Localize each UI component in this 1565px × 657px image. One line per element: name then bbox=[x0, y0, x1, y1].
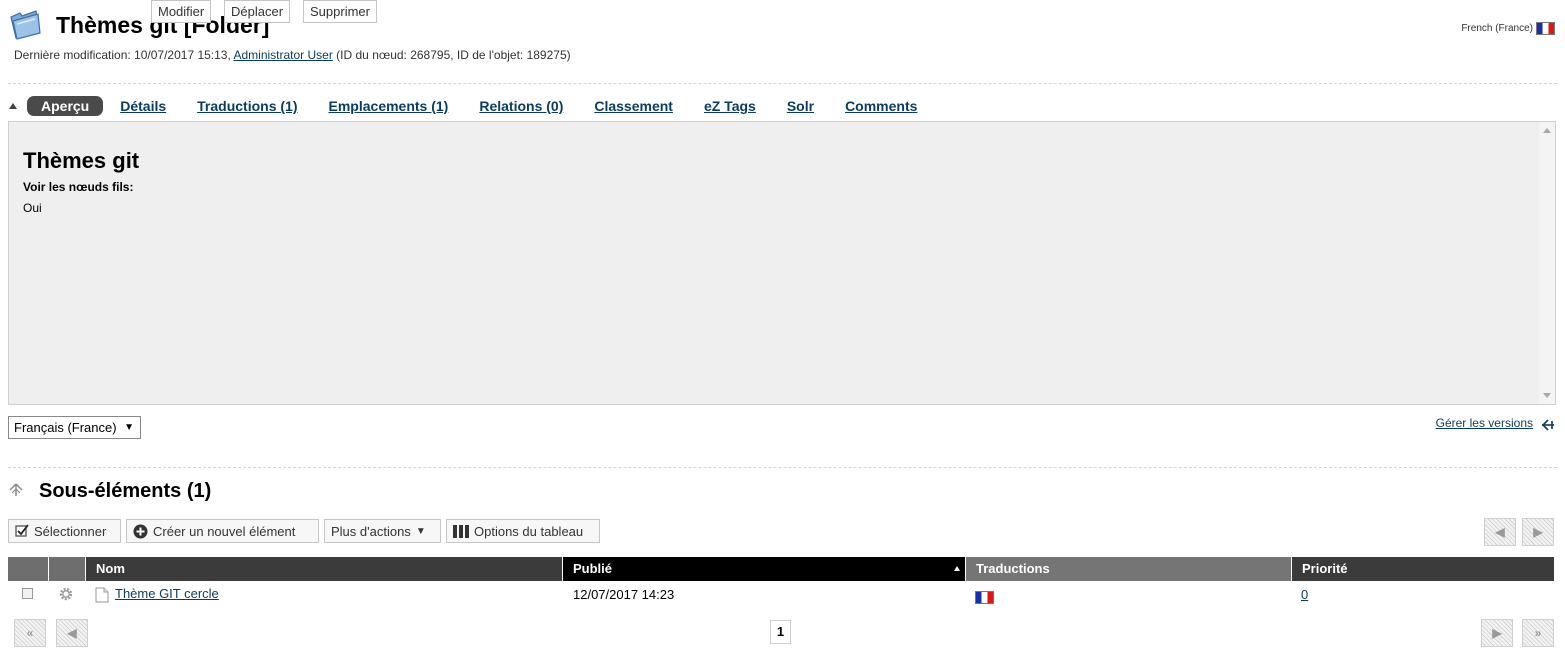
last-modified-info: Dernière modification: 10/07/2017 15:13,… bbox=[14, 48, 571, 62]
create-new-label: Créer un nouvel élément bbox=[153, 523, 296, 539]
row-name-link[interactable]: Thème GIT cercle bbox=[115, 586, 219, 601]
row-published: 12/07/2017 14:23 bbox=[573, 587, 675, 602]
tab-comments[interactable]: Comments bbox=[845, 98, 917, 114]
preview-panel: Thèmes git Voir les nœuds fils: Oui bbox=[8, 121, 1556, 405]
column-translations[interactable]: Traductions bbox=[966, 557, 1292, 581]
more-actions-label: Plus d'actions bbox=[331, 523, 411, 539]
tab-ez-tags[interactable]: eZ Tags bbox=[704, 98, 756, 114]
tab-bar: Aperçu Détails Traductions (1) Emplaceme… bbox=[27, 96, 948, 116]
versions-icon[interactable] bbox=[1540, 417, 1556, 433]
more-actions-button[interactable]: Plus d'actions ▼ bbox=[324, 519, 441, 543]
first-page-icon[interactable]: « bbox=[14, 619, 46, 647]
current-language: French (France) bbox=[1461, 22, 1555, 35]
prev-page-icon[interactable]: ◀ bbox=[56, 619, 88, 647]
subitems-title: Sous-éléments (1) bbox=[39, 480, 212, 502]
preview-field-label: Voir les nœuds fils: bbox=[23, 180, 134, 194]
move-button[interactable]: Déplacer bbox=[224, 0, 291, 23]
column-priority[interactable]: Priorité bbox=[1292, 557, 1554, 581]
gear-icon[interactable] bbox=[58, 586, 74, 602]
folder-icon bbox=[10, 10, 41, 40]
create-new-button[interactable]: Créer un nouvel élément bbox=[126, 519, 319, 543]
current-page-number[interactable]: 1 bbox=[770, 620, 791, 644]
divider bbox=[8, 467, 1557, 468]
scroll-down-icon[interactable] bbox=[1543, 393, 1551, 398]
language-select-value: Français (France) bbox=[14, 420, 117, 435]
row-checkbox[interactable] bbox=[22, 588, 33, 599]
next-page-icon[interactable]: ▶ bbox=[1481, 619, 1513, 647]
french-flag-icon bbox=[1536, 22, 1555, 35]
manage-versions-link[interactable]: Gérer les versions bbox=[1436, 416, 1533, 430]
scroll-up-icon[interactable] bbox=[1543, 128, 1551, 133]
chevron-down-icon: ▼ bbox=[415, 525, 426, 537]
table-options-label: Options du tableau bbox=[474, 523, 584, 539]
table-header: Nom Publié Traductions Priorité bbox=[8, 557, 1554, 581]
preview-title: Thèmes git bbox=[23, 148, 140, 173]
language-select[interactable]: Français (France) ▼ bbox=[8, 416, 141, 439]
divider bbox=[8, 83, 1557, 84]
author-link[interactable]: Administrator User bbox=[233, 48, 332, 62]
document-icon bbox=[95, 587, 109, 603]
delete-button[interactable]: Supprimer bbox=[303, 0, 377, 23]
tab-translations[interactable]: Traductions (1) bbox=[197, 98, 297, 114]
tab-locations[interactable]: Emplacements (1) bbox=[329, 98, 449, 114]
dropdown-caret-icon: ▼ bbox=[124, 422, 134, 433]
tab-apercu[interactable]: Aperçu bbox=[27, 96, 104, 116]
current-language-label: French (France) bbox=[1461, 23, 1533, 34]
sort-asc-icon bbox=[954, 566, 960, 571]
checkbox-icon bbox=[15, 524, 29, 537]
tab-relations[interactable]: Relations (0) bbox=[479, 98, 563, 114]
prev-page-top-icon[interactable]: ◀ bbox=[1484, 518, 1516, 546]
column-published-label: Publié bbox=[573, 561, 613, 576]
preview-field-value: Oui bbox=[23, 201, 42, 215]
column-published[interactable]: Publié bbox=[563, 557, 966, 581]
select-button-label: Sélectionner bbox=[34, 523, 107, 539]
table-options-button[interactable]: Options du tableau bbox=[446, 519, 600, 543]
tab-details[interactable]: Détails bbox=[120, 98, 166, 114]
table-row: Thème GIT cercle 12/07/2017 14:23 0 bbox=[8, 581, 1554, 607]
collapse-tabs-icon[interactable] bbox=[9, 103, 17, 109]
row-priority[interactable]: 0 bbox=[1301, 587, 1308, 602]
select-button[interactable]: Sélectionner bbox=[8, 519, 121, 543]
tab-solr[interactable]: Solr bbox=[787, 98, 814, 114]
parent-up-icon[interactable] bbox=[8, 482, 24, 498]
plus-circle-icon bbox=[133, 524, 148, 538]
tab-classement[interactable]: Classement bbox=[594, 98, 673, 114]
next-page-top-icon[interactable]: ▶ bbox=[1522, 518, 1554, 546]
column-name[interactable]: Nom bbox=[86, 557, 563, 581]
header-checkbox-column bbox=[8, 557, 49, 581]
preview-scrollbar[interactable] bbox=[1539, 122, 1555, 404]
meta-suffix: (ID du nœud: 268795, ID de l'objet: 1892… bbox=[332, 48, 571, 62]
meta-prefix: Dernière modification: 10/07/2017 15:13, bbox=[14, 48, 234, 62]
last-page-icon[interactable]: » bbox=[1522, 619, 1554, 647]
header-actions-column bbox=[49, 557, 86, 581]
french-flag-icon bbox=[975, 591, 994, 604]
columns-icon bbox=[453, 524, 469, 538]
edit-button[interactable]: Modifier bbox=[151, 0, 212, 23]
